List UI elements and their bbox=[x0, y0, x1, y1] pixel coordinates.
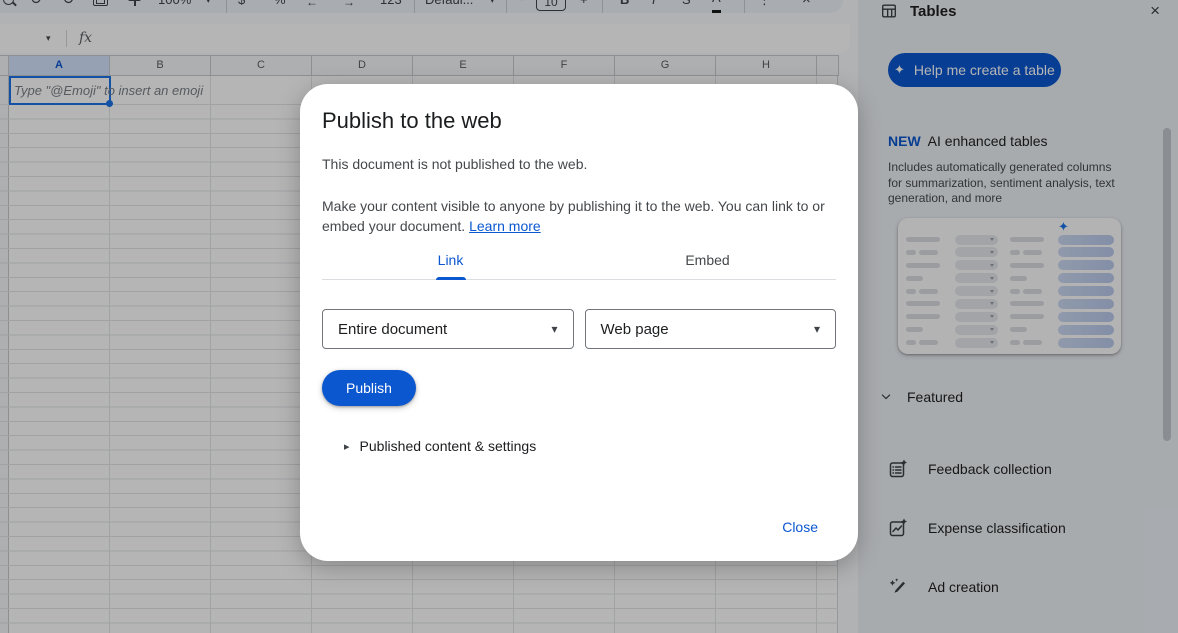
publish-to-web-dialog: Publish to the web This document is not … bbox=[300, 84, 858, 561]
publish-button[interactable]: Publish bbox=[322, 370, 416, 406]
format-select[interactable]: Web page ▾ bbox=[585, 309, 837, 349]
publish-description: Make your content visible to anyone by p… bbox=[322, 196, 836, 236]
active-tab-indicator bbox=[436, 277, 466, 280]
publish-tabs: Link Embed bbox=[322, 244, 836, 280]
published-content-settings-toggle[interactable]: ▸ Published content & settings bbox=[322, 438, 836, 454]
dropdown-caret-icon: ▾ bbox=[814, 322, 820, 336]
publish-status-text: This document is not published to the we… bbox=[322, 156, 836, 172]
dropdown-caret-icon: ▾ bbox=[551, 322, 557, 336]
close-dialog-button[interactable]: Close bbox=[782, 519, 818, 535]
google-sheets-app: ↺ ↻ 100% ▾ $ % .0← .00→ 123 Defaul... ▾ … bbox=[0, 0, 1178, 633]
content-select[interactable]: Entire document ▾ bbox=[322, 309, 574, 349]
learn-more-link[interactable]: Learn more bbox=[469, 218, 541, 234]
tab-embed[interactable]: Embed bbox=[579, 244, 836, 279]
publish-options: Entire document ▾ Web page ▾ bbox=[322, 309, 836, 349]
tab-link[interactable]: Link bbox=[322, 244, 579, 279]
disclosure-triangle-icon: ▸ bbox=[344, 440, 350, 453]
dialog-title: Publish to the web bbox=[322, 107, 836, 135]
